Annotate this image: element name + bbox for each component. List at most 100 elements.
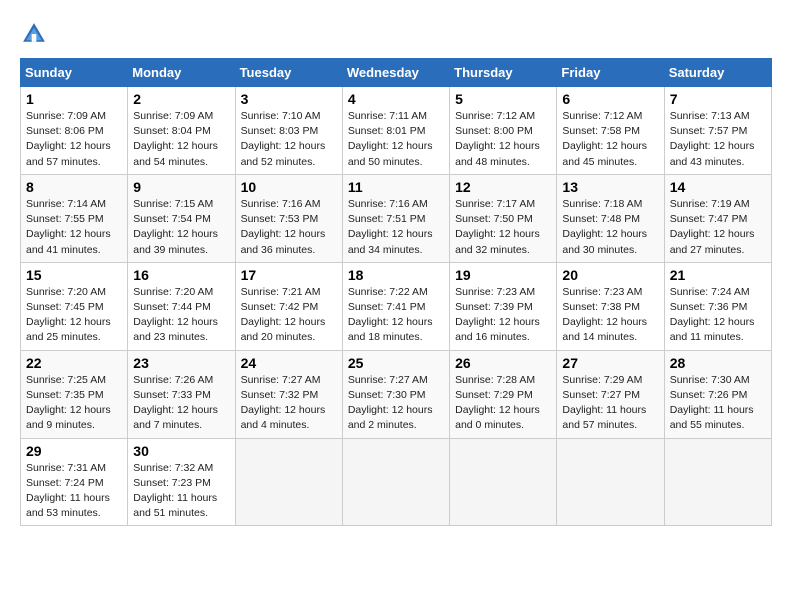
day-number: 21 xyxy=(670,267,766,283)
day-cell-12: 12 Sunrise: 7:17 AMSunset: 7:50 PMDayligh… xyxy=(450,174,557,262)
calendar-week-4: 22 Sunrise: 7:25 AMSunset: 7:35 PMDayligh… xyxy=(21,350,772,438)
column-header-monday: Monday xyxy=(128,59,235,87)
day-cell-4: 4 Sunrise: 7:11 AMSunset: 8:01 PMDaylight… xyxy=(342,87,449,175)
day-cell-8: 8Sunrise: 7:14 AMSunset: 7:55 PMDaylight… xyxy=(21,174,128,262)
day-number: 13 xyxy=(562,179,658,195)
day-cell-18: 18Sunrise: 7:22 AMSunset: 7:41 PMDayligh… xyxy=(342,262,449,350)
day-number: 9 xyxy=(133,179,229,195)
empty-cell xyxy=(664,438,771,526)
day-cell-28: 28 Sunrise: 7:30 AMSunset: 7:26 PMDayligh… xyxy=(664,350,771,438)
day-cell-21: 21 Sunrise: 7:24 AMSunset: 7:36 PMDayligh… xyxy=(664,262,771,350)
day-cell-30: 30 Sunrise: 7:32 AMSunset: 7:23 PMDayligh… xyxy=(128,438,235,526)
day-cell-29: 29 Sunrise: 7:31 AMSunset: 7:24 PMDayligh… xyxy=(21,438,128,526)
column-header-tuesday: Tuesday xyxy=(235,59,342,87)
day-cell-9: 9 Sunrise: 7:15 AMSunset: 7:54 PMDaylight… xyxy=(128,174,235,262)
day-number: 25 xyxy=(348,355,444,371)
day-info: Sunrise: 7:15 AMSunset: 7:54 PMDaylight:… xyxy=(133,197,229,258)
logo xyxy=(20,20,52,48)
day-info: Sunrise: 7:12 AMSunset: 8:00 PMDaylight:… xyxy=(455,109,551,170)
day-info: Sunrise: 7:14 AMSunset: 7:55 PMDaylight:… xyxy=(26,197,122,258)
calendar-week-5: 29 Sunrise: 7:31 AMSunset: 7:24 PMDayligh… xyxy=(21,438,772,526)
empty-cell xyxy=(235,438,342,526)
day-number: 30 xyxy=(133,443,229,459)
day-info: Sunrise: 7:21 AMSunset: 7:42 PMDaylight:… xyxy=(241,285,337,346)
day-info: Sunrise: 7:24 AMSunset: 7:36 PMDaylight:… xyxy=(670,285,766,346)
day-number: 27 xyxy=(562,355,658,371)
day-number: 1 xyxy=(26,91,122,107)
logo-icon xyxy=(20,20,48,48)
day-number: 12 xyxy=(455,179,551,195)
day-info: Sunrise: 7:23 AMSunset: 7:38 PMDaylight:… xyxy=(562,285,658,346)
day-number: 26 xyxy=(455,355,551,371)
day-info: Sunrise: 7:23 AMSunset: 7:39 PMDaylight:… xyxy=(455,285,551,346)
day-number: 28 xyxy=(670,355,766,371)
day-number: 3 xyxy=(241,91,337,107)
day-info: Sunrise: 7:13 AMSunset: 7:57 PMDaylight:… xyxy=(670,109,766,170)
day-cell-2: 2 Sunrise: 7:09 AMSunset: 8:04 PMDaylight… xyxy=(128,87,235,175)
empty-cell xyxy=(342,438,449,526)
day-info: Sunrise: 7:20 AMSunset: 7:44 PMDaylight:… xyxy=(133,285,229,346)
day-info: Sunrise: 7:20 AMSunset: 7:45 PMDaylight:… xyxy=(26,285,122,346)
day-cell-15: 15 Sunrise: 7:20 AMSunset: 7:45 PMDayligh… xyxy=(21,262,128,350)
day-info: Sunrise: 7:28 AMSunset: 7:29 PMDaylight:… xyxy=(455,373,551,434)
calendar-week-2: 8Sunrise: 7:14 AMSunset: 7:55 PMDaylight… xyxy=(21,174,772,262)
empty-cell xyxy=(557,438,664,526)
day-info: Sunrise: 7:31 AMSunset: 7:24 PMDaylight:… xyxy=(26,461,122,522)
day-cell-22: 22 Sunrise: 7:25 AMSunset: 7:35 PMDayligh… xyxy=(21,350,128,438)
day-cell-25: 25 Sunrise: 7:27 AMSunset: 7:30 PMDayligh… xyxy=(342,350,449,438)
day-number: 14 xyxy=(670,179,766,195)
day-cell-5: 5 Sunrise: 7:12 AMSunset: 8:00 PMDaylight… xyxy=(450,87,557,175)
day-number: 2 xyxy=(133,91,229,107)
empty-cell xyxy=(450,438,557,526)
day-number: 29 xyxy=(26,443,122,459)
calendar-table: SundayMondayTuesdayWednesdayThursdayFrid… xyxy=(20,58,772,526)
day-number: 24 xyxy=(241,355,337,371)
day-number: 17 xyxy=(241,267,337,283)
calendar-week-1: 1Sunrise: 7:09 AMSunset: 8:06 PMDaylight… xyxy=(21,87,772,175)
day-cell-14: 14Sunrise: 7:19 AMSunset: 7:47 PMDayligh… xyxy=(664,174,771,262)
day-number: 6 xyxy=(562,91,658,107)
day-cell-19: 19Sunrise: 7:23 AMSunset: 7:39 PMDayligh… xyxy=(450,262,557,350)
day-cell-17: 17 Sunrise: 7:21 AMSunset: 7:42 PMDayligh… xyxy=(235,262,342,350)
day-cell-3: 3 Sunrise: 7:10 AMSunset: 8:03 PMDaylight… xyxy=(235,87,342,175)
day-number: 11 xyxy=(348,179,444,195)
day-cell-13: 13 Sunrise: 7:18 AMSunset: 7:48 PMDayligh… xyxy=(557,174,664,262)
day-cell-26: 26 Sunrise: 7:28 AMSunset: 7:29 PMDayligh… xyxy=(450,350,557,438)
day-number: 16 xyxy=(133,267,229,283)
day-cell-7: 7 Sunrise: 7:13 AMSunset: 7:57 PMDaylight… xyxy=(664,87,771,175)
column-header-friday: Friday xyxy=(557,59,664,87)
column-header-saturday: Saturday xyxy=(664,59,771,87)
day-number: 4 xyxy=(348,91,444,107)
day-info: Sunrise: 7:10 AMSunset: 8:03 PMDaylight:… xyxy=(241,109,337,170)
calendar-body: 1Sunrise: 7:09 AMSunset: 8:06 PMDaylight… xyxy=(21,87,772,526)
day-number: 20 xyxy=(562,267,658,283)
day-cell-20: 20 Sunrise: 7:23 AMSunset: 7:38 PMDayligh… xyxy=(557,262,664,350)
day-info: Sunrise: 7:16 AMSunset: 7:51 PMDaylight:… xyxy=(348,197,444,258)
calendar-week-3: 15 Sunrise: 7:20 AMSunset: 7:45 PMDayligh… xyxy=(21,262,772,350)
day-cell-24: 24 Sunrise: 7:27 AMSunset: 7:32 PMDayligh… xyxy=(235,350,342,438)
day-cell-10: 10 Sunrise: 7:16 AMSunset: 7:53 PMDayligh… xyxy=(235,174,342,262)
day-cell-6: 6 Sunrise: 7:12 AMSunset: 7:58 PMDaylight… xyxy=(557,87,664,175)
column-header-thursday: Thursday xyxy=(450,59,557,87)
day-number: 7 xyxy=(670,91,766,107)
day-number: 18 xyxy=(348,267,444,283)
column-header-wednesday: Wednesday xyxy=(342,59,449,87)
day-number: 22 xyxy=(26,355,122,371)
day-info: Sunrise: 7:17 AMSunset: 7:50 PMDaylight:… xyxy=(455,197,551,258)
day-info: Sunrise: 7:09 AMSunset: 8:04 PMDaylight:… xyxy=(133,109,229,170)
day-info: Sunrise: 7:32 AMSunset: 7:23 PMDaylight:… xyxy=(133,461,229,522)
day-info: Sunrise: 7:16 AMSunset: 7:53 PMDaylight:… xyxy=(241,197,337,258)
day-info: Sunrise: 7:25 AMSunset: 7:35 PMDaylight:… xyxy=(26,373,122,434)
calendar-header-row: SundayMondayTuesdayWednesdayThursdayFrid… xyxy=(21,59,772,87)
day-info: Sunrise: 7:30 AMSunset: 7:26 PMDaylight:… xyxy=(670,373,766,434)
day-cell-27: 27Sunrise: 7:29 AMSunset: 7:27 PMDayligh… xyxy=(557,350,664,438)
day-info: Sunrise: 7:27 AMSunset: 7:32 PMDaylight:… xyxy=(241,373,337,434)
day-cell-11: 11 Sunrise: 7:16 AMSunset: 7:51 PMDayligh… xyxy=(342,174,449,262)
day-number: 15 xyxy=(26,267,122,283)
day-info: Sunrise: 7:12 AMSunset: 7:58 PMDaylight:… xyxy=(562,109,658,170)
day-info: Sunrise: 7:18 AMSunset: 7:48 PMDaylight:… xyxy=(562,197,658,258)
day-number: 10 xyxy=(241,179,337,195)
day-number: 5 xyxy=(455,91,551,107)
day-info: Sunrise: 7:27 AMSunset: 7:30 PMDaylight:… xyxy=(348,373,444,434)
day-info: Sunrise: 7:11 AMSunset: 8:01 PMDaylight:… xyxy=(348,109,444,170)
